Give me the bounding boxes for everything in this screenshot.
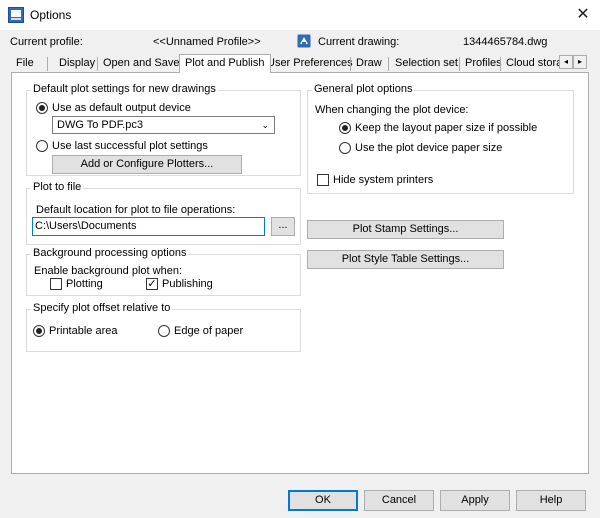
tab-separator	[388, 57, 389, 71]
keep-layout-paper-radio[interactable]	[339, 122, 351, 134]
help-button[interactable]: Help	[516, 490, 586, 511]
printable-area-label: Printable area	[49, 325, 118, 337]
edge-of-paper-label: Edge of paper	[174, 325, 244, 337]
ok-button[interactable]: OK	[288, 490, 358, 511]
chevron-down-icon: ⌄	[261, 120, 269, 130]
use-default-device-label: Use as default output device	[52, 102, 191, 114]
tab-draw[interactable]: Draw	[352, 57, 386, 72]
drawing-file-icon	[297, 34, 311, 48]
use-default-device-radio[interactable]	[36, 102, 48, 114]
tab-user-preferences[interactable]: User Preferences	[263, 57, 357, 72]
window-title: Options	[30, 8, 72, 22]
tab-panel: Default plot settings for new drawings U…	[11, 72, 589, 474]
plot-offset-title: Specify plot offset relative to	[31, 302, 173, 314]
use-device-paper-label: Use the plot device paper size	[355, 142, 503, 154]
enable-background-label: Enable background plot when:	[34, 265, 182, 277]
hide-system-printers-label: Hide system printers	[333, 174, 434, 186]
close-button[interactable]: ✕	[566, 0, 600, 30]
edge-of-paper-radio[interactable]	[158, 325, 170, 337]
tab-separator	[500, 57, 501, 71]
tab-cloud-storage[interactable]: Cloud stora	[502, 57, 566, 72]
tab-separator	[350, 57, 351, 71]
cancel-button[interactable]: Cancel	[364, 490, 434, 511]
current-profile-label: Current profile:	[10, 36, 83, 48]
current-drawing-label: Current drawing:	[318, 36, 400, 48]
options-app-icon	[8, 7, 24, 23]
background-processing-title: Background processing options	[31, 247, 189, 259]
use-device-paper-radio[interactable]	[339, 142, 351, 154]
publishing-label: Publishing	[162, 278, 213, 290]
current-drawing-value: 1344465784.dwg	[463, 36, 548, 48]
tab-file[interactable]: File	[12, 57, 38, 72]
tab-separator	[97, 57, 98, 71]
tab-profiles[interactable]: Profiles	[461, 57, 506, 72]
add-configure-plotters-button[interactable]: Add or Configure Plotters...	[52, 155, 242, 174]
use-last-successful-radio[interactable]	[36, 140, 48, 152]
default-plot-settings-title: Default plot settings for new drawings	[31, 83, 218, 95]
default-location-label: Default location for plot to file operat…	[36, 204, 236, 216]
plot-file-location-input[interactable]: C:\Users\Documents	[32, 217, 265, 236]
output-device-select[interactable]: DWG To PDF.pc3 ⌄	[52, 116, 275, 134]
plot-to-file-title: Plot to file	[31, 181, 84, 193]
publishing-checkbox[interactable]: ✓	[146, 278, 158, 290]
use-last-successful-label: Use last successful plot settings	[52, 140, 208, 152]
tab-scroll-left-button[interactable]: ◂	[559, 55, 573, 69]
plotting-label: Plotting	[66, 278, 103, 290]
current-profile-value: <<Unnamed Profile>>	[153, 36, 261, 48]
tab-selection-set[interactable]: Selection set	[391, 57, 462, 72]
general-plot-options-title: General plot options	[312, 83, 415, 95]
tab-plot-and-publish[interactable]: Plot and Publish	[179, 54, 271, 73]
browse-location-button[interactable]: ...	[271, 217, 295, 236]
plotting-checkbox[interactable]	[50, 278, 62, 290]
output-device-value: DWG To PDF.pc3	[57, 119, 143, 131]
plot-style-table-settings-button[interactable]: Plot Style Table Settings...	[307, 250, 504, 269]
tab-open-and-save[interactable]: Open and Save	[99, 57, 183, 72]
tab-separator	[459, 57, 460, 71]
title-bar	[0, 0, 600, 30]
keep-layout-paper-label: Keep the layout paper size if possible	[355, 122, 538, 134]
tab-display[interactable]: Display	[55, 57, 99, 72]
hide-system-printers-checkbox[interactable]	[317, 174, 329, 186]
printable-area-radio[interactable]	[33, 325, 45, 337]
when-changing-label: When changing the plot device:	[315, 104, 469, 116]
tab-scroll-right-button[interactable]: ▸	[573, 55, 587, 69]
plot-stamp-settings-button[interactable]: Plot Stamp Settings...	[307, 220, 504, 239]
tab-separator	[47, 57, 48, 71]
apply-button[interactable]: Apply	[440, 490, 510, 511]
